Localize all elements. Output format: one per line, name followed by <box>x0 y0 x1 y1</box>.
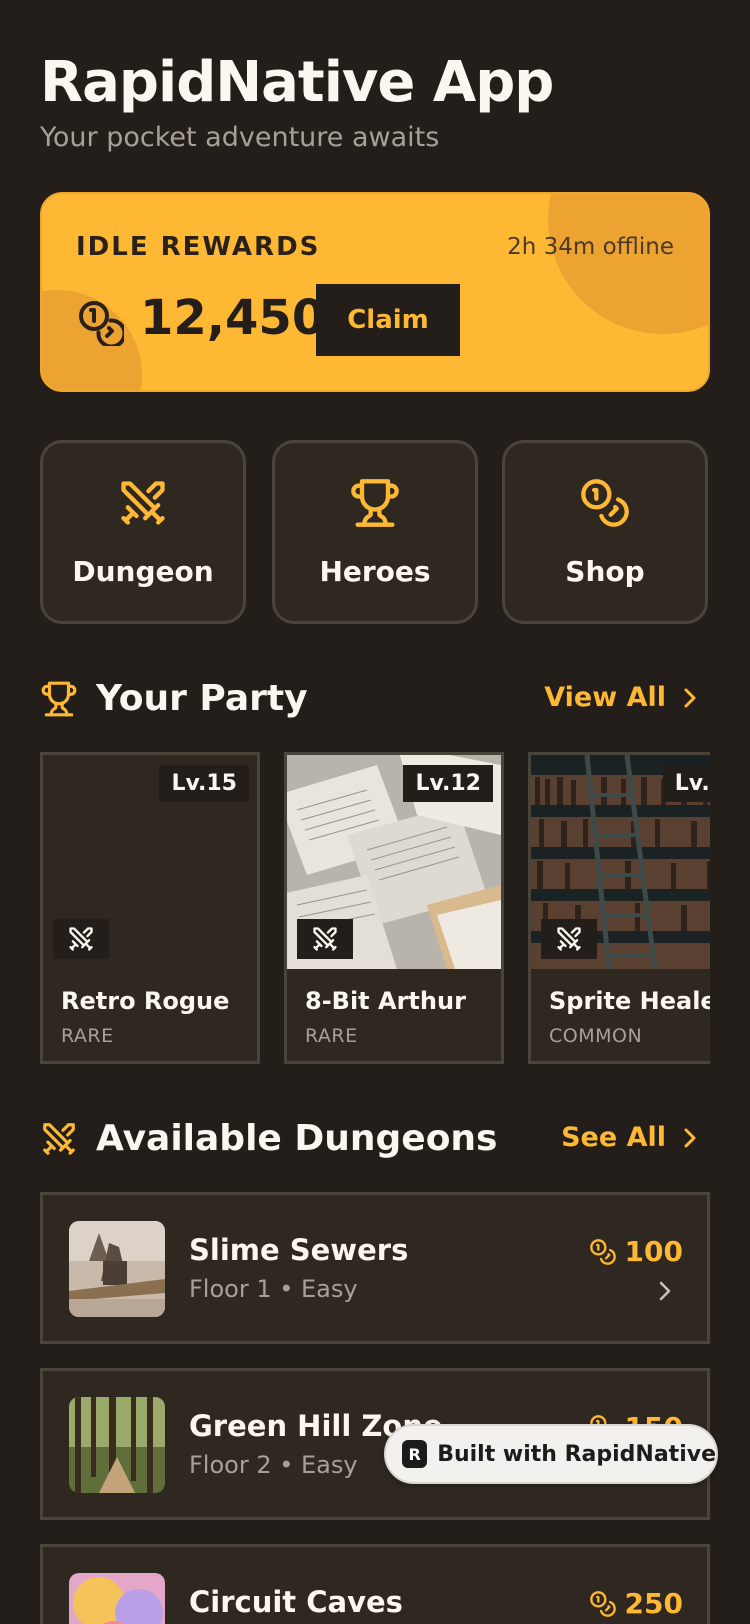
hero-rarity: RARE <box>61 1025 114 1047</box>
tile-label: Shop <box>565 555 645 588</box>
dungeon-meta: Floor 1 • Easy <box>189 1275 358 1303</box>
view-all-label: View All <box>544 682 666 713</box>
trophy-icon <box>351 479 399 527</box>
crossed-swords-icon <box>69 927 93 951</box>
tile-heroes[interactable]: Heroes <box>272 440 478 624</box>
dungeons-section-title: Available Dungeons <box>96 1118 498 1159</box>
hero-level-badge: Lv.15 <box>159 765 249 802</box>
dungeon-reward: 100 <box>589 1235 683 1268</box>
crossed-swords-icon <box>313 927 337 951</box>
hero-level-badge: Lv.1 <box>662 765 710 802</box>
dungeon-name: Circuit Caves <box>189 1585 403 1619</box>
tile-label: Heroes <box>319 555 431 588</box>
claim-button[interactable]: Claim <box>316 284 460 356</box>
dungeon-thumbnail <box>69 1221 165 1317</box>
hero-level-badge: Lv.12 <box>403 765 493 802</box>
built-with-label: Built with RapidNative <box>437 1441 716 1467</box>
dungeon-name: Slime Sewers <box>189 1233 409 1267</box>
hero-card[interactable]: Lv.1 Sprite Healer COMMON <box>528 752 710 1064</box>
coins-icon <box>79 301 124 346</box>
rapidnative-logo-icon: R <box>402 1440 428 1468</box>
crossed-swords-icon <box>557 927 581 951</box>
coins-icon <box>581 479 629 527</box>
dungeon-card[interactable]: Circuit Caves 250 <box>40 1544 710 1624</box>
see-all-label: See All <box>561 1122 666 1153</box>
idle-rewards-label: IDLE REWARDS <box>76 232 321 262</box>
hero-name: 8-Bit Arthur <box>305 987 466 1015</box>
dungeon-reward: 250 <box>589 1587 683 1620</box>
hero-name: Sprite Healer <box>549 987 710 1015</box>
decorative-circle <box>548 194 708 334</box>
offline-duration: 2h 34m offline <box>507 234 674 260</box>
app-subtitle: Your pocket adventure awaits <box>40 122 440 153</box>
hero-class-badge <box>541 919 597 959</box>
hero-class-badge <box>53 919 109 959</box>
chevron-right-icon <box>684 688 696 707</box>
dungeon-thumbnail <box>69 1397 165 1493</box>
see-all-dungeons-link[interactable]: See All <box>561 1122 700 1153</box>
coins-icon <box>589 1590 616 1617</box>
dungeon-meta: Floor 2 • Easy <box>189 1451 358 1479</box>
hero-rarity: RARE <box>305 1025 358 1047</box>
tile-label: Dungeon <box>72 555 214 588</box>
hero-card[interactable]: Lv.15 Retro Rogue RARE <box>40 752 260 1064</box>
coins-icon <box>589 1238 616 1265</box>
tile-shop[interactable]: Shop <box>502 440 708 624</box>
party-carousel[interactable]: Lv.15 Retro Rogue RARE Lv.12 8-Bit Arthu… <box>40 752 710 1064</box>
idle-rewards-card: IDLE REWARDS 2h 34m offline 12,450 Claim <box>40 192 710 392</box>
chevron-right-icon <box>659 1281 671 1301</box>
dungeon-thumbnail <box>69 1573 165 1624</box>
dungeon-reward-amount: 100 <box>624 1235 683 1268</box>
chevron-right-icon <box>684 1128 696 1147</box>
view-all-party-link[interactable]: View All <box>544 682 700 713</box>
hero-rarity: COMMON <box>549 1025 643 1047</box>
party-section-title: Your Party <box>96 678 308 719</box>
idle-coin-amount: 12,450 <box>140 290 326 346</box>
hero-name: Retro Rogue <box>61 987 230 1015</box>
app-title: RapidNative App <box>40 50 554 115</box>
crossed-swords-icon <box>43 1123 75 1155</box>
hero-class-badge <box>297 919 353 959</box>
dungeon-reward-amount: 250 <box>624 1587 683 1620</box>
trophy-icon <box>41 681 77 717</box>
built-with-badge[interactable]: R Built with RapidNative <box>384 1424 718 1484</box>
dungeon-card[interactable]: Slime Sewers Floor 1 • Easy 100 <box>40 1192 710 1344</box>
crossed-swords-icon <box>121 481 165 525</box>
hero-card[interactable]: Lv.12 8-Bit Arthur RARE <box>284 752 504 1064</box>
tile-dungeon[interactable]: Dungeon <box>40 440 246 624</box>
